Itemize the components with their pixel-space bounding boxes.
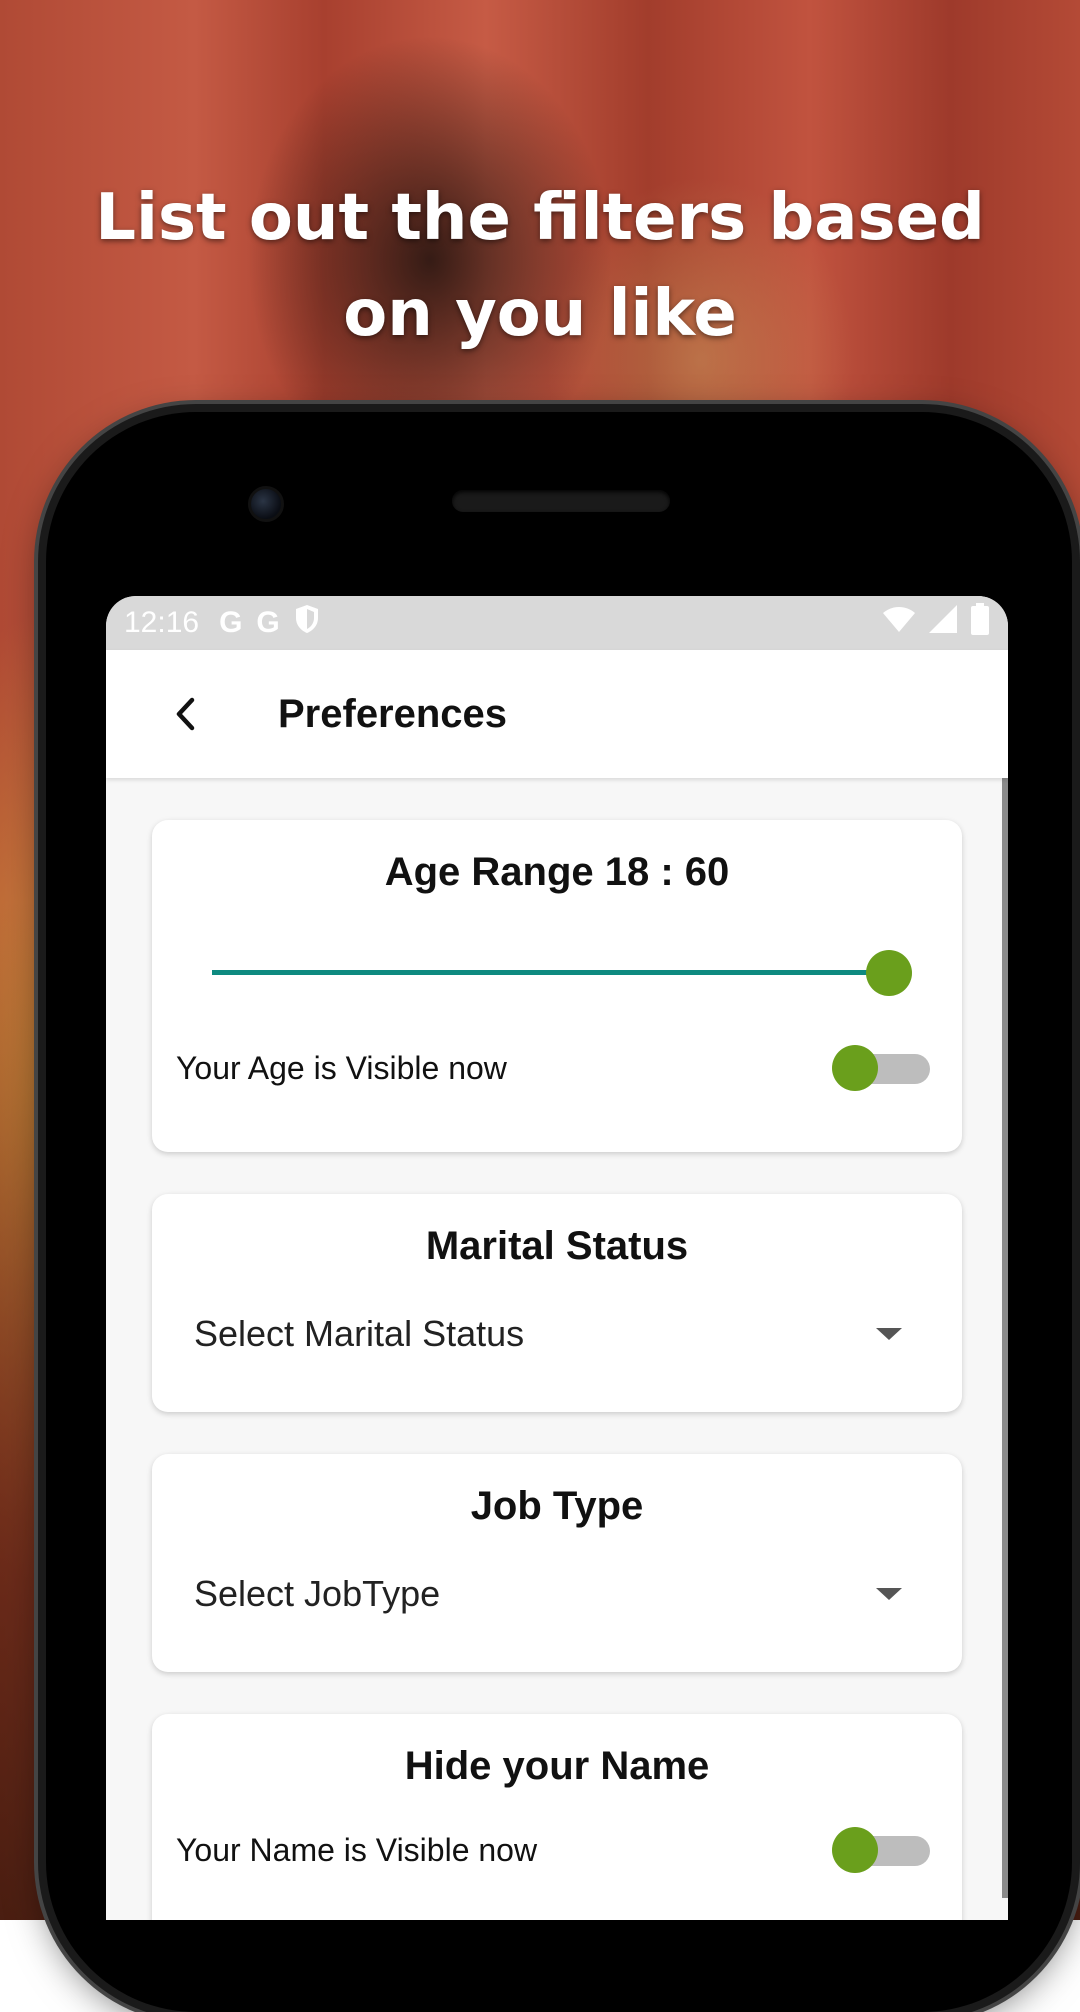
- name-visibility-row: Your Name is Visible now: [176, 1826, 930, 1874]
- job-type-title: Job Type: [470, 1484, 644, 1528]
- page-title: Preferences: [278, 691, 508, 736]
- hide-name-card: Hide your Name Your Name is Visible now: [152, 1714, 962, 1920]
- camera-icon: [248, 486, 284, 522]
- marital-status-title: Marital Status: [425, 1224, 689, 1268]
- marital-status-value: Select Marital Status: [194, 1313, 525, 1354]
- marital-status-dropdown[interactable]: Select Marital Status: [194, 1304, 902, 1364]
- age-visibility-toggle[interactable]: [832, 1044, 930, 1092]
- status-time: 12:16: [124, 606, 200, 639]
- caret-down-icon: [876, 1328, 902, 1340]
- slider-track: [212, 970, 872, 975]
- caret-down-icon: [876, 1588, 902, 1600]
- name-visibility-label: Your Name is Visible now: [176, 1831, 538, 1868]
- name-visibility-toggle[interactable]: [832, 1826, 930, 1874]
- age-visibility-label: Your Age is Visible now: [176, 1049, 507, 1086]
- wifi-icon: [882, 605, 916, 641]
- google-icon: G: [256, 606, 280, 639]
- hide-name-title: Hide your Name: [404, 1744, 710, 1788]
- google-icon: G: [219, 606, 243, 639]
- age-range-slider[interactable]: [212, 948, 912, 998]
- marital-status-card: Marital Status Select Marital Status: [152, 1194, 962, 1412]
- job-type-dropdown[interactable]: Select JobType: [194, 1564, 902, 1624]
- preferences-list: Age Range 18 : 60 Your Age is Visible no…: [106, 778, 1008, 1920]
- job-type-value: Select JobType: [194, 1573, 441, 1614]
- slider-thumb[interactable]: [866, 950, 912, 996]
- headline: List out the filters based on you like: [95, 181, 985, 351]
- back-button[interactable]: [156, 684, 216, 744]
- chevron-left-icon: [176, 697, 195, 731]
- signal-icon: [928, 604, 958, 642]
- age-range-title: Age Range 18 : 60: [384, 850, 730, 894]
- phone-screen: 12:16 G G Preferences Age Range 18 : 60: [106, 596, 1008, 1920]
- app-bar: Preferences: [106, 650, 1008, 778]
- job-type-card: Job Type Select JobType: [152, 1454, 962, 1672]
- status-bar: 12:16 G G: [106, 596, 1008, 650]
- age-visibility-row: Your Age is Visible now: [176, 1044, 930, 1092]
- age-range-card: Age Range 18 : 60 Your Age is Visible no…: [152, 820, 962, 1152]
- toggle-knob: [832, 1827, 878, 1873]
- scrollbar[interactable]: [1002, 778, 1008, 1898]
- battery-icon: [970, 603, 990, 643]
- speaker-grille: [452, 490, 670, 512]
- toggle-knob: [832, 1045, 878, 1091]
- shield-icon: [294, 604, 320, 642]
